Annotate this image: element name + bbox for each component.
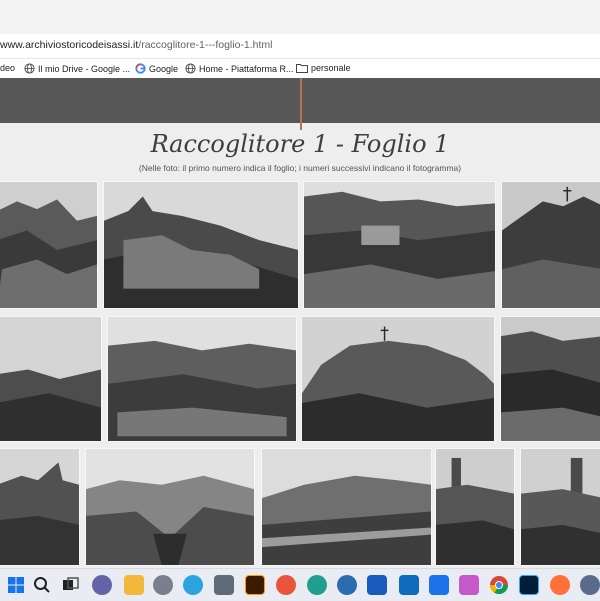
url-path: /raccoglitore-1---foglio-1.html bbox=[138, 39, 273, 51]
bookmark-piattaforma[interactable]: Home - Piattaforma R... bbox=[185, 63, 294, 74]
gallery-photo[interactable] bbox=[501, 181, 600, 309]
windows-taskbar bbox=[0, 568, 600, 601]
url-host: www.archiviostoricodeisassi.it bbox=[0, 39, 139, 51]
gallery-photo[interactable] bbox=[0, 181, 98, 309]
windows-start-icon[interactable] bbox=[6, 575, 26, 595]
gallery-photo[interactable] bbox=[520, 448, 600, 566]
folder-icon bbox=[296, 64, 308, 73]
app-icon[interactable] bbox=[429, 575, 449, 595]
app-icon[interactable] bbox=[459, 575, 479, 595]
bookmark-label: Home - Piattaforma R... bbox=[199, 63, 294, 74]
bookmark-video[interactable]: ideo bbox=[0, 63, 15, 73]
illustrator-icon[interactable] bbox=[245, 575, 265, 595]
gallery-photo[interactable] bbox=[103, 181, 299, 309]
firefox-icon[interactable] bbox=[550, 575, 570, 595]
teams-icon[interactable] bbox=[92, 575, 112, 595]
gallery-photo[interactable] bbox=[0, 448, 80, 566]
bookmark-google[interactable]: Google bbox=[135, 63, 178, 74]
search-icon[interactable] bbox=[32, 575, 52, 595]
gallery-photo[interactable] bbox=[500, 316, 600, 442]
chrome-icon[interactable] bbox=[489, 575, 509, 595]
file-explorer-icon[interactable] bbox=[124, 575, 144, 595]
page-subtitle: (Nelle foto: il primo numero indica il f… bbox=[138, 163, 462, 173]
bookmark-label: ideo bbox=[0, 63, 16, 73]
gallery-photo[interactable] bbox=[303, 181, 496, 309]
bookmark-label: Il mio Drive - Google ... bbox=[38, 63, 131, 74]
gallery-photo[interactable] bbox=[0, 316, 102, 442]
google-icon bbox=[135, 63, 146, 74]
app-icon[interactable] bbox=[337, 575, 357, 595]
globe-icon bbox=[185, 63, 196, 74]
bookmarks-bar: ideo Il mio Drive - Google ... Google Ho… bbox=[0, 59, 600, 78]
word-icon[interactable] bbox=[367, 575, 387, 595]
gallery-photo[interactable] bbox=[301, 316, 495, 442]
gallery-photo[interactable] bbox=[435, 448, 515, 566]
task-view-icon[interactable] bbox=[60, 575, 80, 595]
calculator-icon[interactable] bbox=[214, 575, 234, 595]
gallery-photo[interactable] bbox=[261, 448, 432, 566]
browser-tab-strip bbox=[0, 0, 600, 34]
photoshop-icon[interactable] bbox=[519, 575, 539, 595]
app-icon[interactable] bbox=[580, 575, 600, 595]
edge-icon[interactable] bbox=[307, 575, 327, 595]
url-text[interactable]: www.archiviostoricodeisassi.it/raccoglit… bbox=[0, 39, 273, 51]
header-divider-line bbox=[300, 78, 302, 130]
settings-icon[interactable] bbox=[153, 575, 173, 595]
app-icon[interactable] bbox=[276, 575, 296, 595]
globe-icon bbox=[24, 63, 35, 74]
bookmark-label: personale bbox=[311, 63, 351, 73]
address-bar[interactable]: www.archiviostoricodeisassi.it/raccoglit… bbox=[0, 34, 600, 59]
gallery-photo[interactable] bbox=[85, 448, 255, 566]
bookmark-personale[interactable]: personale bbox=[296, 63, 351, 73]
page-title: Raccoglitore 1 - Foglio 1 bbox=[150, 130, 450, 158]
gallery-photo[interactable] bbox=[107, 316, 297, 442]
telegram-icon[interactable] bbox=[183, 575, 203, 595]
outlook-icon[interactable] bbox=[399, 575, 419, 595]
bookmark-label: Google bbox=[149, 63, 179, 74]
bookmark-drive[interactable]: Il mio Drive - Google ... bbox=[24, 63, 130, 74]
